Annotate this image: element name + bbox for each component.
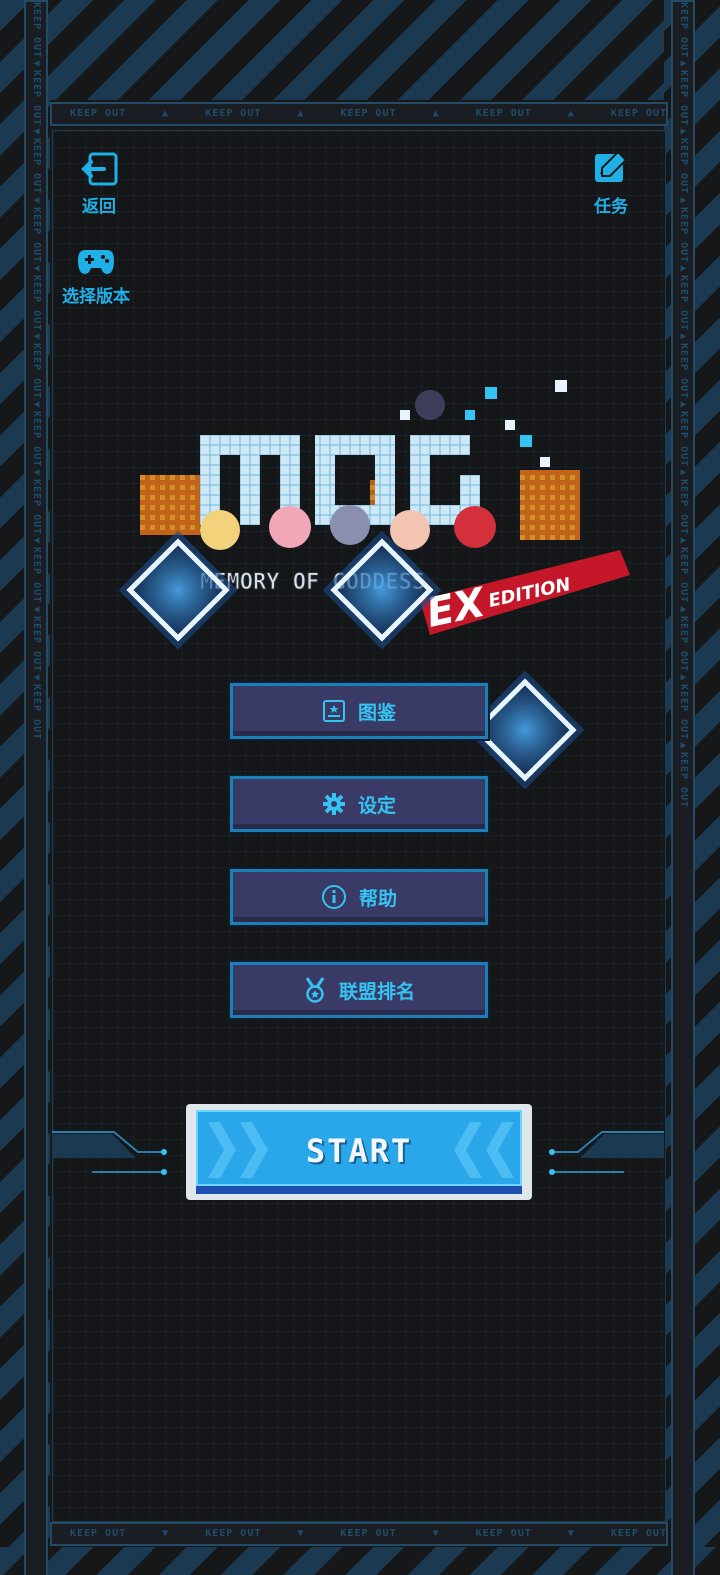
gear-icon	[322, 793, 345, 815]
info-icon	[321, 885, 346, 909]
alliance-ranking-label: 联盟排名	[338, 980, 415, 1003]
circuit-decoration-right	[549, 1131, 664, 1175]
keep-out-tape-left: KEEP OUT◀KEEP OUT◀KEEP OUT◀KEEP OUT◀KEEP…	[24, 0, 48, 1575]
back-button[interactable]: 返回	[80, 152, 118, 217]
keep-out-tape-bottom: KEEP OUT ▼ KEEP OUT ▼ KEEP OUT ▼ KEEP OUT ▼ KEEP…	[50, 1522, 668, 1546]
diamond-ornament-left	[118, 530, 238, 650]
hazard-stripes-top	[0, 0, 720, 100]
task-edit-icon	[595, 150, 628, 182]
keep-out-tape-right: KEEP OUT▶KEEP OUT▶KEEP OUT▶KEEP OUT▶KEEP…	[671, 0, 695, 1575]
circuit-decoration-left	[52, 1131, 167, 1175]
card-icon	[322, 700, 345, 722]
select-version-button[interactable]: 选择版本	[62, 246, 130, 307]
start-label: START	[305, 1132, 413, 1170]
codex-button[interactable]: 图鉴	[230, 683, 488, 739]
help-label: 帮助	[358, 887, 397, 910]
help-button[interactable]: 帮助	[230, 869, 488, 925]
start-button[interactable]: START	[186, 1104, 532, 1200]
settings-label: 设定	[357, 794, 396, 817]
diamond-ornament-center	[322, 530, 442, 650]
start-button-shadow	[196, 1186, 522, 1194]
alliance-ranking-button[interactable]: 联盟排名	[230, 962, 488, 1018]
select-version-label: 选择版本	[62, 287, 130, 307]
exit-icon	[81, 152, 118, 186]
gamepad-icon	[78, 250, 114, 274]
tasks-label: 任务	[594, 197, 628, 217]
medal-icon	[305, 977, 325, 1003]
start-button-face[interactable]: START	[196, 1110, 522, 1186]
hazard-stripes-bottom	[0, 1547, 720, 1575]
keep-out-tape-top: KEEP OUT ▲ KEEP OUT ▲ KEEP OUT ▲ KEEP OUT ▲ KEEP…	[50, 102, 668, 126]
settings-button[interactable]: 设定	[230, 776, 488, 832]
codex-label: 图鉴	[357, 701, 396, 724]
back-label: 返回	[82, 197, 116, 217]
game-frame: KEEP OUT ▲ KEEP OUT ▲ KEEP OUT ▲ KEEP OUT ▲ KEEP…	[0, 0, 720, 1575]
tasks-button[interactable]: 任务	[592, 150, 630, 217]
